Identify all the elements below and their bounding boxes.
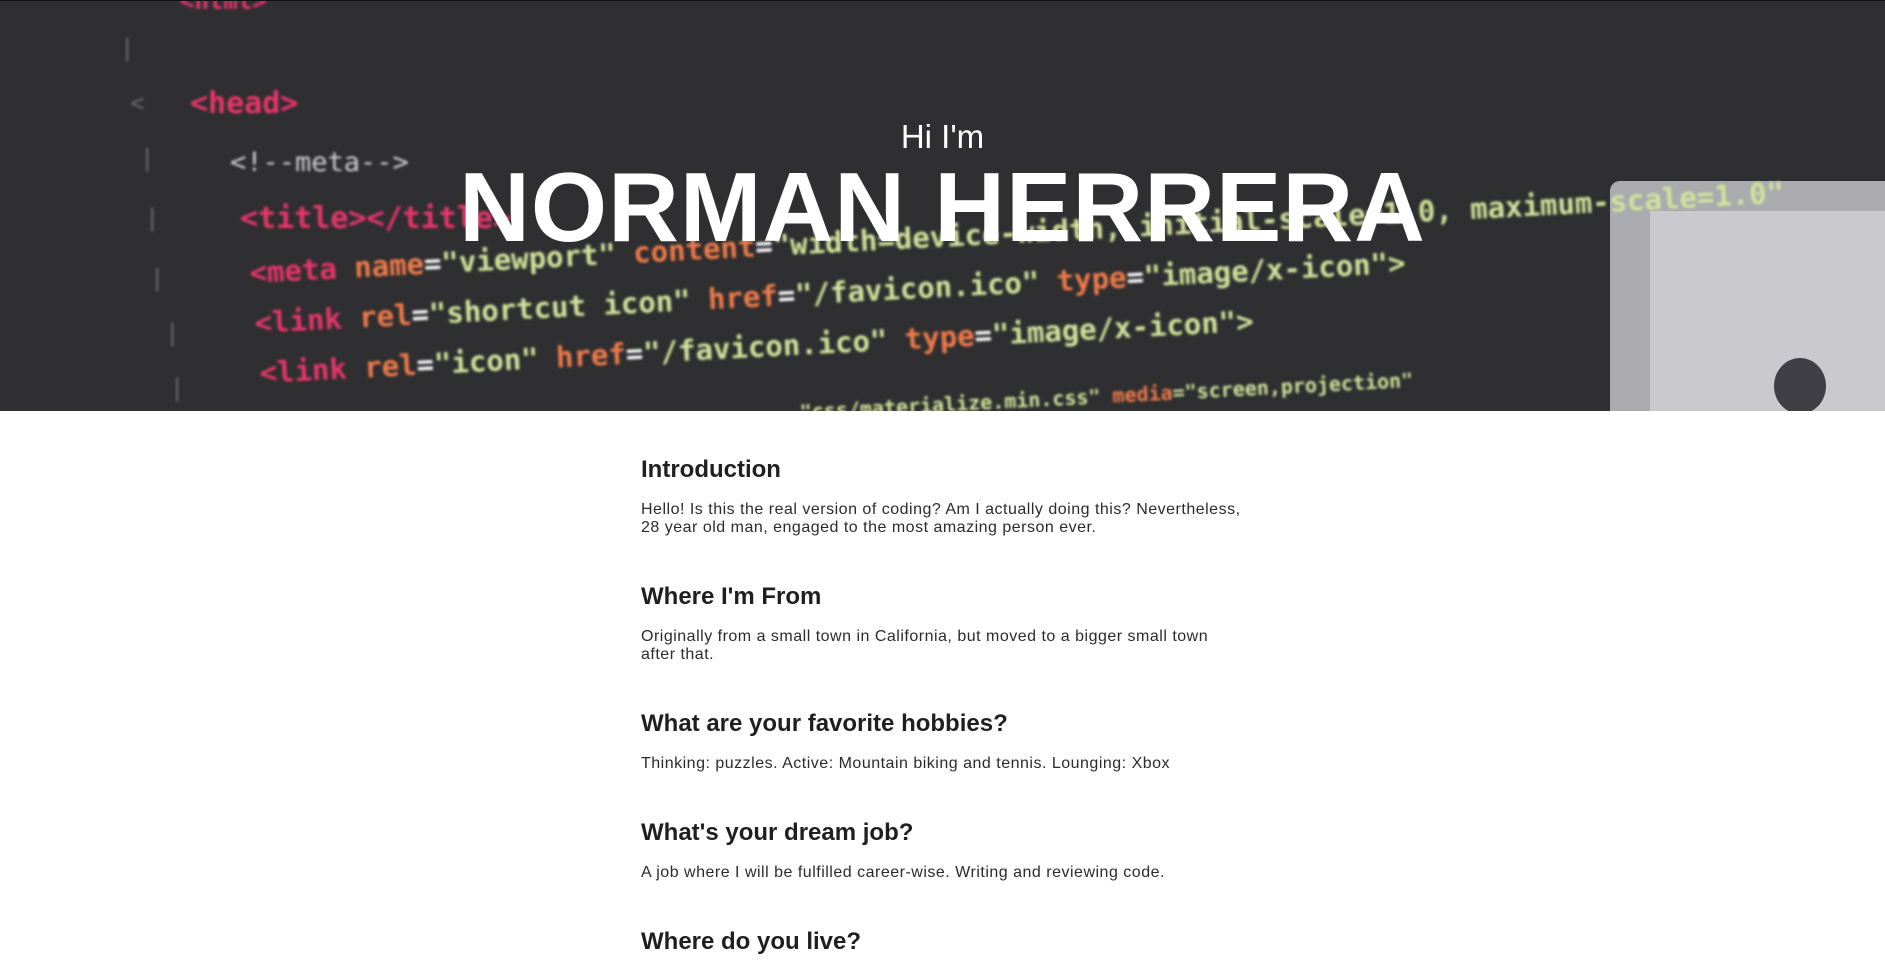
section-hobbies: What are your favorite hobbies? Thinking…	[641, 710, 1241, 773]
svg-text:|: |	[150, 264, 164, 292]
section-where-live: Where do you live?	[641, 928, 1241, 956]
section-dream-job: What's your dream job? A job where I wil…	[641, 819, 1241, 882]
section-heading: What's your dream job?	[641, 819, 914, 846]
section-heading: Where I'm From	[641, 583, 822, 610]
hero-name: NORMAN HERRERA	[459, 152, 1426, 262]
section-body: Thinking: puzzles. Active: Mountain biki…	[641, 755, 1171, 772]
main-content: Introduction Hello! Is this the real ver…	[641, 410, 1241, 973]
section-heading: What are your favorite hobbies?	[641, 710, 1008, 737]
svg-text:|: |	[165, 319, 179, 347]
hero-kicker: Hi I'm	[900, 118, 985, 155]
section-body: A job where I will be fulfilled career-w…	[641, 864, 1165, 881]
svg-text:<html>: <html>	[180, 1, 267, 15]
section-introduction: Introduction Hello! Is this the real ver…	[641, 456, 1241, 537]
hero-banner: | < | | | | | <head> <!--meta--> <title>…	[0, 0, 1885, 411]
section-body: Hello! Is this the real version of codin…	[641, 501, 1241, 536]
svg-text:<: <	[130, 89, 144, 117]
section-heading: Where do you live?	[641, 928, 862, 955]
hero-title: Hi I'm NORMAN HERRERA	[0, 117, 1885, 257]
section-where-from: Where I'm From Originally from a small t…	[641, 583, 1241, 664]
section-heading: Introduction	[641, 456, 781, 483]
svg-text:<head>: <head>	[190, 86, 298, 121]
section-body: Originally from a small town in Californ…	[641, 628, 1209, 663]
svg-text:|: |	[170, 374, 184, 402]
svg-text:|: |	[120, 34, 134, 62]
